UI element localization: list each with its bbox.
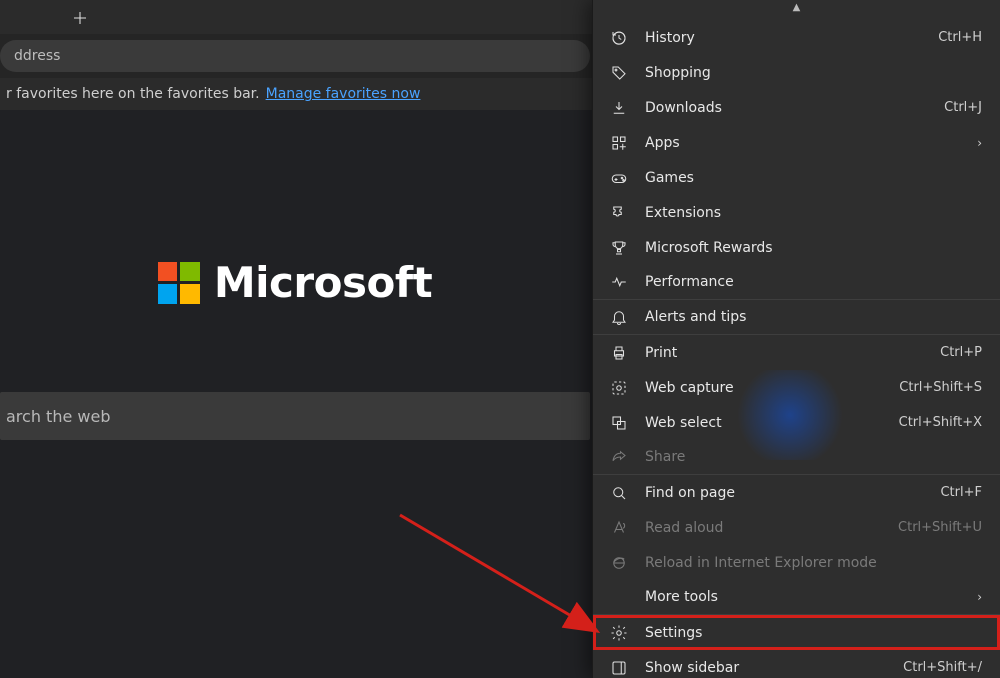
download-icon — [609, 99, 629, 117]
menu-item-label: Web capture — [645, 380, 899, 396]
select-icon — [609, 414, 629, 432]
plus-icon — [71, 9, 89, 27]
menu-item-label: Web select — [645, 415, 899, 431]
share-icon — [609, 448, 629, 466]
address-placeholder: ddress — [14, 48, 60, 64]
menu-item-label: Settings — [645, 625, 982, 641]
menu-item-webselect[interactable]: Web selectCtrl+Shift+X — [593, 405, 1000, 440]
menu-item-findonpage[interactable]: Find on pageCtrl+F — [593, 475, 1000, 510]
microsoft-logo-icon — [158, 262, 200, 304]
menu-item-label: Shopping — [645, 65, 982, 81]
menu-item-readaloud: Read aloudCtrl+Shift+U — [593, 510, 1000, 545]
menu-item-moretools[interactable]: More tools› — [593, 580, 1000, 615]
menu-item-shortcut: Ctrl+Shift+S — [899, 380, 982, 395]
menu-item-label: Games — [645, 170, 982, 186]
menu-item-reloadie: Reload in Internet Explorer mode — [593, 545, 1000, 580]
new-tab-button[interactable] — [66, 4, 94, 32]
menu-item-label: Find on page — [645, 485, 940, 501]
bell-icon — [609, 308, 629, 326]
menu-item-showsidebar[interactable]: Show sidebarCtrl+Shift+/ — [593, 650, 1000, 678]
menu-item-settings[interactable]: Settings — [593, 615, 1000, 650]
new-tab-content: Microsoft arch the web — [0, 110, 590, 678]
menu-item-alerts[interactable]: Alerts and tips — [593, 300, 1000, 335]
menu-item-shortcut: Ctrl+J — [944, 100, 982, 115]
menu-item-shopping[interactable]: Shopping — [593, 55, 1000, 90]
tag-icon — [609, 64, 629, 82]
menu-item-print[interactable]: PrintCtrl+P — [593, 335, 1000, 370]
favorites-hint-text: r favorites here on the favorites bar. — [6, 86, 260, 102]
menu-item-label: Downloads — [645, 100, 944, 116]
menu-item-label: Share — [645, 449, 982, 465]
menu-item-shortcut: Ctrl+P — [940, 345, 982, 360]
find-icon — [609, 484, 629, 502]
menu-item-shortcut: Ctrl+H — [938, 30, 982, 45]
heartbeat-icon — [609, 273, 629, 291]
readaloud-icon — [609, 519, 629, 537]
menu-item-games[interactable]: Games — [593, 160, 1000, 195]
menu-item-label: Reload in Internet Explorer mode — [645, 555, 982, 571]
games-icon — [609, 169, 629, 187]
settings-menu-panel: ▲ HistoryCtrl+HShoppingDownloadsCtrl+JAp… — [592, 0, 1000, 678]
menu-item-shortcut: Ctrl+Shift+/ — [903, 660, 982, 675]
menu-item-label: Performance — [645, 274, 982, 290]
menu-item-label: Alerts and tips — [645, 309, 982, 325]
menu-item-rewards[interactable]: Microsoft Rewards — [593, 230, 1000, 265]
menu-caret-icon: ▲ — [793, 2, 801, 13]
menu-item-label: Apps — [645, 135, 977, 151]
menu-item-webcapture[interactable]: Web captureCtrl+Shift+S — [593, 370, 1000, 405]
ie-icon — [609, 554, 629, 572]
menu-item-label: Print — [645, 345, 940, 361]
sidebar-icon — [609, 659, 629, 677]
apps-icon — [609, 134, 629, 152]
menu-item-label: Microsoft Rewards — [645, 240, 982, 256]
menu-item-history[interactable]: HistoryCtrl+H — [593, 20, 1000, 55]
manage-favorites-link[interactable]: Manage favorites now — [266, 86, 421, 102]
history-icon — [609, 29, 629, 47]
menu-item-label: Extensions — [645, 205, 982, 221]
search-placeholder: arch the web — [6, 407, 110, 426]
menu-item-extensions[interactable]: Extensions — [593, 195, 1000, 230]
puzzle-icon — [609, 204, 629, 222]
menu-item-apps[interactable]: Apps› — [593, 125, 1000, 160]
menu-item-shortcut: Ctrl+Shift+X — [899, 415, 982, 430]
chevron-right-icon: › — [977, 590, 982, 604]
menu-item-label: Read aloud — [645, 520, 898, 536]
menu-item-shortcut: Ctrl+F — [940, 485, 982, 500]
search-input[interactable]: arch the web — [0, 392, 590, 440]
menu-item-label: Show sidebar — [645, 660, 903, 676]
chevron-right-icon: › — [977, 136, 982, 150]
menu-item-share: Share — [593, 440, 1000, 475]
menu-item-performance[interactable]: Performance — [593, 265, 1000, 300]
menu-item-label: More tools — [645, 589, 977, 605]
gear-icon — [609, 624, 629, 642]
print-icon — [609, 344, 629, 362]
trophy-icon — [609, 239, 629, 257]
menu-item-shortcut: Ctrl+Shift+U — [898, 520, 982, 535]
address-input[interactable]: ddress — [0, 40, 590, 72]
menu-item-label: History — [645, 30, 938, 46]
capture-icon — [609, 379, 629, 397]
menu-item-downloads[interactable]: DownloadsCtrl+J — [593, 90, 1000, 125]
brand-label: Microsoft — [214, 258, 432, 307]
